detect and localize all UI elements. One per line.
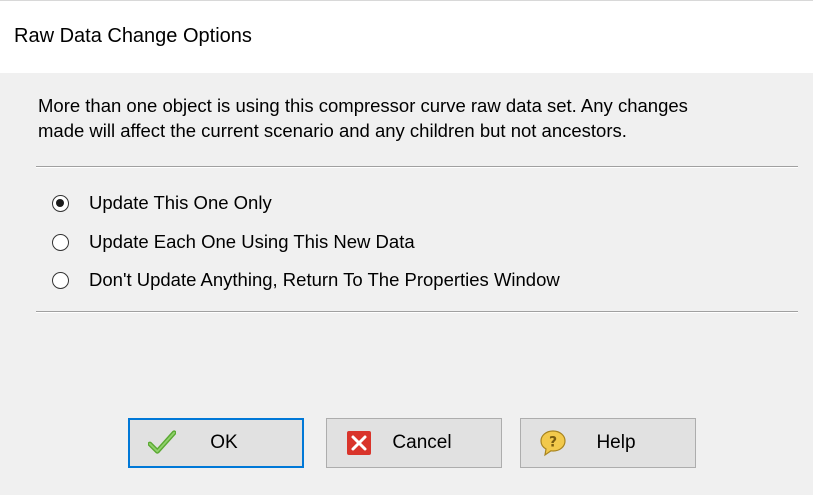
radio-button[interactable] [52,271,69,289]
description-line-1: More than one object is using this compr… [38,95,688,116]
description-text: More than one object is using this compr… [38,93,798,143]
bottom-divider [36,311,798,313]
option-update-each-one[interactable]: Update Each One Using This New Data [52,229,415,255]
ok-button-label: OK [210,432,238,453]
option-dont-update-anything[interactable]: Don't Update Anything, Return To The Pro… [52,267,560,293]
dialog-title: Raw Data Change Options [14,25,252,47]
ok-button[interactable]: OK [128,418,304,468]
top-divider [36,166,798,168]
cancel-button[interactable]: Cancel [326,418,502,468]
raw-data-change-options-dialog: Raw Data Change Options More than one ob… [0,0,813,495]
radio-button-selected[interactable] [52,194,69,212]
help-button-label: Help [596,432,636,453]
option-label: Update This One Only [89,192,272,213]
title-bar: Raw Data Change Options [0,1,813,73]
option-label: Don't Update Anything, Return To The Pro… [89,269,560,290]
option-label: Update Each One Using This New Data [89,231,415,252]
help-button[interactable]: ? Help [520,418,696,468]
cancel-button-label: Cancel [392,432,452,453]
description-line-2: made will affect the current scenario an… [38,120,627,141]
option-update-this-one-only[interactable]: Update This One Only [52,190,272,216]
radio-button[interactable] [52,233,69,251]
